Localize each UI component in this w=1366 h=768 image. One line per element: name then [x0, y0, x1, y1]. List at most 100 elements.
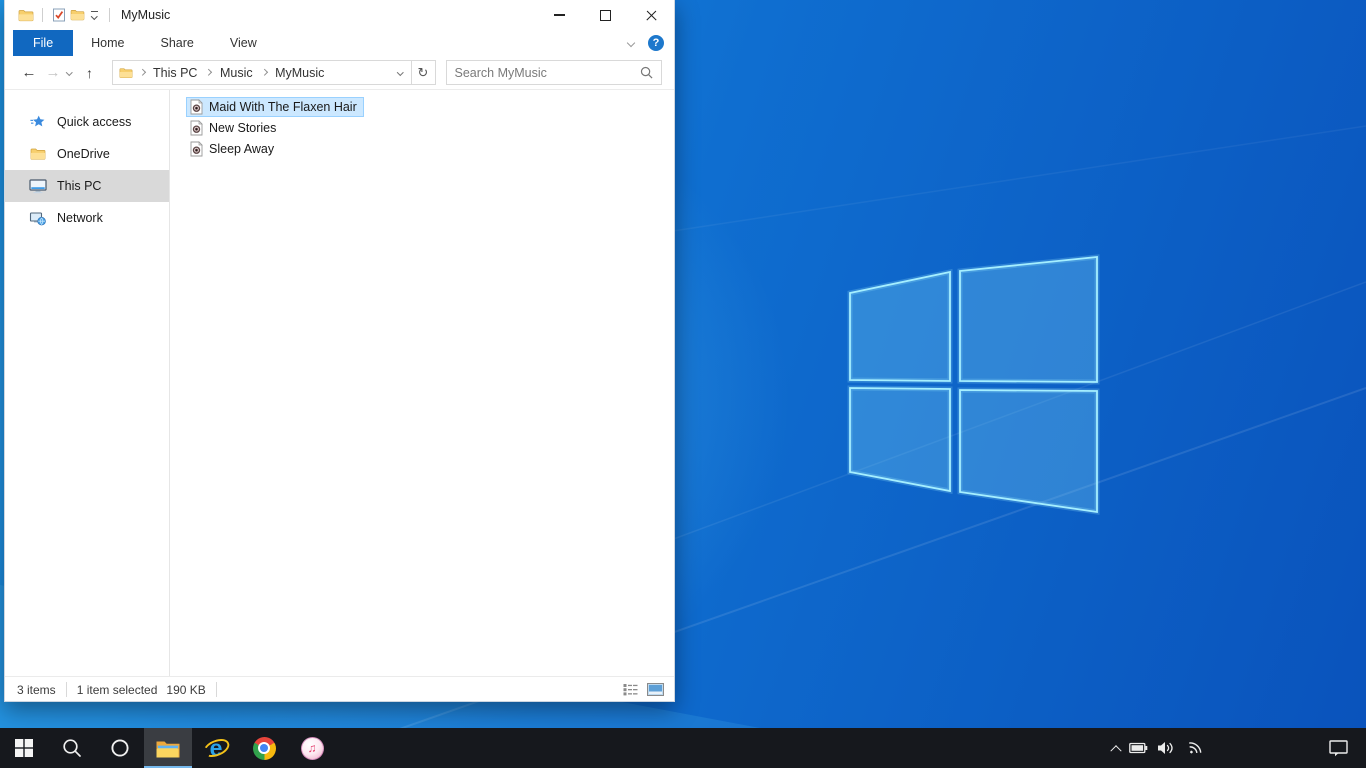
file-item-new-stories[interactable]: New Stories: [186, 118, 283, 138]
address-dropdown-button[interactable]: [391, 69, 411, 76]
address-bar-row: ← → ↑ This PC Music MyMusic ↻: [5, 56, 674, 90]
details-view-button[interactable]: [623, 683, 638, 696]
audio-file-icon: [190, 99, 203, 115]
sidebar-item-label: This PC: [57, 179, 102, 193]
window-title: MyMusic: [121, 8, 171, 22]
selection-count: 1 item selected: [76, 682, 158, 697]
sidebar-item-onedrive[interactable]: OneDrive: [5, 138, 169, 170]
search-box[interactable]: [445, 60, 662, 85]
window-controls: [536, 0, 674, 30]
internet-explorer-icon: e: [200, 734, 232, 762]
recent-locations-dropdown[interactable]: [66, 69, 73, 76]
tab-home[interactable]: Home: [73, 30, 142, 56]
refresh-button[interactable]: ↻: [412, 65, 435, 81]
new-folder-button[interactable]: [68, 4, 86, 26]
maximize-button[interactable]: [582, 0, 628, 30]
start-button[interactable]: [0, 728, 48, 768]
file-name: New Stories: [209, 121, 277, 135]
navigation-pane: Quick access OneDrive This PC Network: [5, 90, 170, 676]
close-button[interactable]: [628, 0, 674, 30]
battery-icon[interactable]: [1129, 742, 1148, 754]
status-bar: 3 items 1 item selected 190 KB: [5, 676, 674, 702]
tab-view[interactable]: View: [212, 30, 275, 56]
taskbar-file-explorer-button[interactable]: [144, 728, 192, 768]
minimize-button[interactable]: [536, 0, 582, 30]
toolbar-separator: [109, 8, 110, 22]
file-explorer-icon: [156, 741, 180, 757]
taskbar-itunes-button[interactable]: ♫: [288, 728, 336, 768]
status-separator: [215, 682, 217, 697]
items-count: 3 items: [17, 682, 56, 697]
chrome-icon: [252, 736, 276, 760]
file-item-maid-with-the-flaxen-hair[interactable]: Maid With The Flaxen Hair: [186, 97, 364, 117]
screen: MyMusic File Home Share View ? ← → ↑ Thi…: [0, 0, 1366, 768]
file-name: Maid With The Flaxen Hair: [209, 100, 357, 114]
show-hidden-icons-button[interactable]: [1110, 745, 1122, 757]
taskbar-chrome-button[interactable]: [240, 728, 288, 768]
onedrive-folder-icon: [29, 147, 47, 161]
quick-access-star-icon: [29, 114, 47, 130]
properties-button[interactable]: [50, 4, 68, 26]
breadcrumb-music[interactable]: Music: [218, 65, 255, 81]
breadcrumb-chevron-icon[interactable]: [205, 69, 212, 76]
folder-icon: [119, 67, 132, 78]
sidebar-item-label: Network: [57, 211, 103, 225]
thumbnail-view-button[interactable]: [647, 683, 664, 696]
breadcrumb-this-pc[interactable]: This PC: [151, 65, 199, 81]
file-row-container: Maid With The Flaxen Hair: [186, 97, 674, 118]
wallpaper-ray: [639, 125, 1366, 237]
itunes-icon: ♫: [300, 736, 324, 760]
address-bar[interactable]: This PC Music MyMusic ↻: [111, 60, 436, 85]
explorer-folder-icon[interactable]: [17, 4, 35, 26]
windows-start-icon: [15, 739, 33, 757]
sidebar-item-label: OneDrive: [57, 147, 110, 161]
search-icon[interactable]: [640, 66, 653, 79]
file-list[interactable]: Maid With The Flaxen Hair New Stories Sl…: [170, 90, 674, 676]
maximize-icon: [599, 9, 611, 21]
file-row-container: New Stories: [186, 118, 674, 139]
breadcrumb-chevron-icon[interactable]: [260, 69, 268, 76]
minimize-icon: [553, 14, 565, 16]
cortana-button[interactable]: [96, 728, 144, 768]
file-name: Sleep Away: [209, 142, 275, 156]
forward-button[interactable]: →: [41, 64, 65, 81]
title-bar[interactable]: MyMusic: [5, 0, 674, 30]
ribbon-tab-bar: File Home Share View ?: [5, 30, 674, 56]
taskbar-search-button[interactable]: [48, 728, 96, 768]
tab-share[interactable]: Share: [143, 30, 212, 56]
network-pc-icon: [29, 211, 47, 226]
action-center-icon: [1329, 739, 1348, 756]
windows-logo-pane-tr: [959, 256, 1098, 383]
status-separator: [65, 682, 67, 697]
file-item-sleep-away[interactable]: Sleep Away: [186, 139, 281, 159]
close-icon: [645, 9, 658, 22]
windows-logo-pane-br: [959, 389, 1098, 514]
window-body: Quick access OneDrive This PC Network Ma…: [5, 90, 674, 676]
search-icon: [63, 739, 81, 757]
file-row-container: Sleep Away: [186, 139, 674, 160]
taskbar-internet-explorer-button[interactable]: e: [192, 728, 240, 768]
volume-icon[interactable]: [1157, 741, 1175, 755]
sidebar-item-label: Quick access: [57, 115, 132, 129]
breadcrumb-mymusic[interactable]: MyMusic: [273, 65, 326, 81]
up-button[interactable]: ↑: [78, 65, 102, 81]
system-tray: [1110, 728, 1204, 768]
search-input[interactable]: [454, 65, 640, 80]
sidebar-item-quick-access[interactable]: Quick access: [5, 106, 169, 138]
taskbar: e ♫: [0, 728, 1366, 768]
this-pc-monitor-icon: [29, 178, 47, 194]
expand-ribbon-button[interactable]: [626, 38, 636, 48]
tab-file[interactable]: File: [13, 30, 74, 56]
toolbar-separator: [42, 8, 43, 22]
wifi-icon[interactable]: [1184, 740, 1204, 757]
help-button[interactable]: ?: [648, 35, 664, 51]
windows-logo-pane-bl: [849, 387, 951, 493]
sidebar-item-this-pc[interactable]: This PC: [5, 170, 169, 202]
action-center-button[interactable]: [1321, 728, 1357, 768]
back-button[interactable]: ←: [17, 64, 41, 81]
customize-quick-access-toolbar-button[interactable]: [86, 11, 102, 20]
sidebar-item-network[interactable]: Network: [5, 202, 169, 234]
file-explorer-window: MyMusic File Home Share View ? ← → ↑ Thi…: [4, 0, 675, 702]
audio-file-icon: [190, 120, 203, 136]
breadcrumb-chevron-icon: [138, 69, 145, 76]
